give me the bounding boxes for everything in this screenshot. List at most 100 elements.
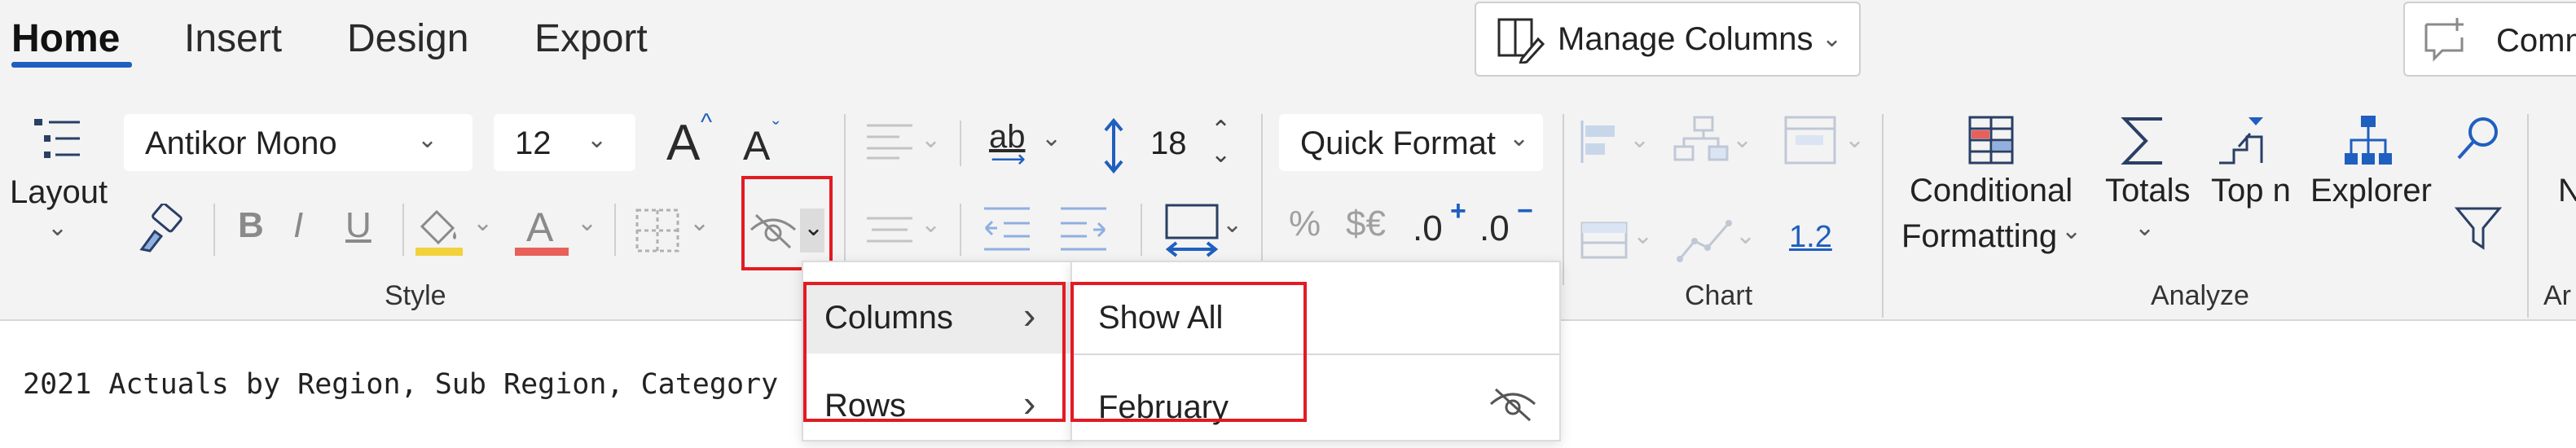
- quick-format-label: Quick Format: [1300, 125, 1497, 161]
- increase-decimals-button[interactable]: .0 +: [1413, 195, 1478, 261]
- increase-font-size-button[interactable]: A ^: [666, 109, 723, 174]
- table-chart-chevron-icon[interactable]: ⌄: [1633, 222, 1653, 250]
- plus-icon: +: [1450, 195, 1466, 226]
- separator: [1141, 204, 1142, 256]
- font-family-select[interactable]: Antikor Mono ⌄: [124, 114, 473, 171]
- row-height-value[interactable]: 18: [1150, 125, 1187, 162]
- quick-format-select[interactable]: Quick Format ⌄: [1279, 114, 1543, 171]
- font-family-value: Antikor Mono: [145, 125, 337, 161]
- manage-columns-button[interactable]: Manage Columns ⌄: [1475, 2, 1861, 77]
- underline-button[interactable]: U: [345, 205, 371, 246]
- italic-button[interactable]: I: [293, 205, 303, 246]
- font-color-glyph: A: [526, 204, 554, 250]
- group-separator: [1261, 114, 1263, 285]
- fill-color-icon[interactable]: [414, 204, 464, 257]
- tab-insert[interactable]: Insert: [184, 16, 282, 61]
- column-width-chevron-icon[interactable]: ⌄: [1222, 210, 1242, 239]
- pivot-chart-icon[interactable]: [1783, 114, 1843, 168]
- analyze-group-label: Analyze: [2151, 280, 2249, 311]
- row-height-icon: [1104, 117, 1123, 174]
- row-height-stepper[interactable]: ⌃ ⌄: [1206, 116, 1238, 173]
- chart-value-label[interactable]: 1.2: [1789, 220, 1832, 255]
- caret-up-icon: ^: [701, 109, 713, 136]
- highlight-box-menu: [803, 282, 1066, 422]
- align-chevron-icon[interactable]: ⌄: [921, 125, 941, 154]
- manage-columns-label: Manage Columns: [1558, 21, 1813, 57]
- group-separator: [844, 114, 846, 285]
- column-width-icon[interactable]: [1162, 202, 1222, 259]
- separator: [614, 204, 616, 256]
- tab-home[interactable]: Home: [11, 16, 120, 61]
- clipped-button-label[interactable]: N: [2558, 173, 2576, 209]
- minus-icon: −: [1517, 195, 1533, 226]
- line-chart-icon[interactable]: [1675, 217, 1735, 266]
- decrease-font-size-button[interactable]: A ˇ: [743, 116, 800, 173]
- increase-decimals-label: .0: [1413, 209, 1443, 248]
- increase-indent-icon[interactable]: [1057, 204, 1110, 254]
- top-n-button[interactable]: Top n: [2211, 173, 2291, 209]
- chevron-down-icon: ⌄: [1822, 25, 1843, 52]
- borders-chevron-icon[interactable]: ⌄: [689, 209, 710, 237]
- hierarchy-chevron-icon[interactable]: ⌄: [1732, 125, 1752, 154]
- tab-export[interactable]: Export: [534, 16, 648, 61]
- comments-button[interactable]: Comm: [2403, 2, 2576, 77]
- caret-down-icon: ˇ: [772, 117, 780, 142]
- layout-label[interactable]: Layout: [10, 174, 108, 211]
- stepper-down-icon[interactable]: ⌄: [1211, 140, 1231, 169]
- layout-chevron-icon[interactable]: ⌄: [47, 213, 68, 242]
- hierarchy-chart-icon[interactable]: [1672, 114, 1732, 168]
- chevron-down-icon: ⌄: [1509, 125, 1530, 152]
- eye-slash-icon: [1490, 388, 1536, 422]
- bold-button[interactable]: B: [238, 205, 264, 246]
- explorer-button[interactable]: Explorer: [2310, 173, 2432, 209]
- totals-chevron-icon[interactable]: ⌄: [2134, 213, 2155, 242]
- bar-chart-icon[interactable]: [1579, 117, 1629, 166]
- line-chart-chevron-icon[interactable]: ⌄: [1735, 222, 1756, 250]
- comments-label: Comm: [2496, 23, 2576, 59]
- layout-icon[interactable]: [29, 114, 85, 169]
- conditional-formatting-button[interactable]: Conditional Formatting ⌄: [1901, 169, 2089, 259]
- chevron-down-icon: ⌄: [2061, 217, 2082, 244]
- decrease-font-glyph: A: [743, 123, 771, 169]
- separator: [960, 204, 961, 256]
- wrap-arrow-icon: ⟶: [991, 146, 1026, 173]
- font-size-select[interactable]: 12 ⌄: [494, 114, 635, 171]
- totals-button[interactable]: Totals: [2105, 173, 2191, 209]
- chevron-down-icon: ⌄: [587, 126, 608, 153]
- decrease-indent-icon[interactable]: [981, 204, 1033, 254]
- align-center-chevron-icon[interactable]: ⌄: [921, 210, 941, 239]
- percent-button[interactable]: %: [1289, 204, 1321, 244]
- active-tab-indicator: [11, 62, 132, 68]
- decrease-decimals-button[interactable]: .0 −: [1479, 195, 1545, 261]
- table-chart-icon[interactable]: [1579, 220, 1629, 262]
- top-n-icon: [2219, 117, 2263, 165]
- pivot-chart-chevron-icon[interactable]: ⌄: [1844, 125, 1865, 154]
- tab-design[interactable]: Design: [347, 16, 468, 61]
- align-left-icon[interactable]: [864, 121, 916, 161]
- search-icon[interactable]: [2454, 114, 2503, 163]
- add-comment-icon: [2424, 18, 2464, 62]
- explorer-icon: [2345, 116, 2392, 165]
- format-painter-icon[interactable]: [137, 204, 187, 254]
- currency-button[interactable]: $€: [1346, 204, 1386, 244]
- highlight-box-submenu: [1070, 282, 1307, 422]
- font-color-chevron-icon[interactable]: ⌄: [577, 209, 597, 237]
- conditional-formatting-label-line1: Conditional: [1910, 173, 2073, 209]
- separator: [213, 204, 215, 256]
- wrap-chevron-icon[interactable]: ⌄: [1041, 124, 1062, 152]
- chart-group-label: Chart: [1685, 280, 1753, 311]
- align-center-icon[interactable]: [864, 213, 916, 246]
- fill-color-chevron-icon[interactable]: ⌄: [473, 209, 493, 237]
- font-size-value: 12: [515, 125, 552, 161]
- edit-columns-icon: [1497, 18, 1545, 64]
- borders-icon[interactable]: [632, 205, 683, 256]
- separator: [402, 204, 404, 256]
- conditional-formatting-label-line2: Formatting: [1901, 218, 2058, 254]
- decrease-decimals-label: .0: [1479, 209, 1510, 248]
- bar-chart-chevron-icon[interactable]: ⌄: [1629, 125, 1650, 154]
- filter-icon[interactable]: [2454, 204, 2503, 253]
- style-group-label: Style: [385, 280, 446, 311]
- group-separator: [2527, 114, 2529, 318]
- increase-font-glyph: A: [666, 115, 701, 171]
- font-color-button[interactable]: A: [515, 200, 569, 257]
